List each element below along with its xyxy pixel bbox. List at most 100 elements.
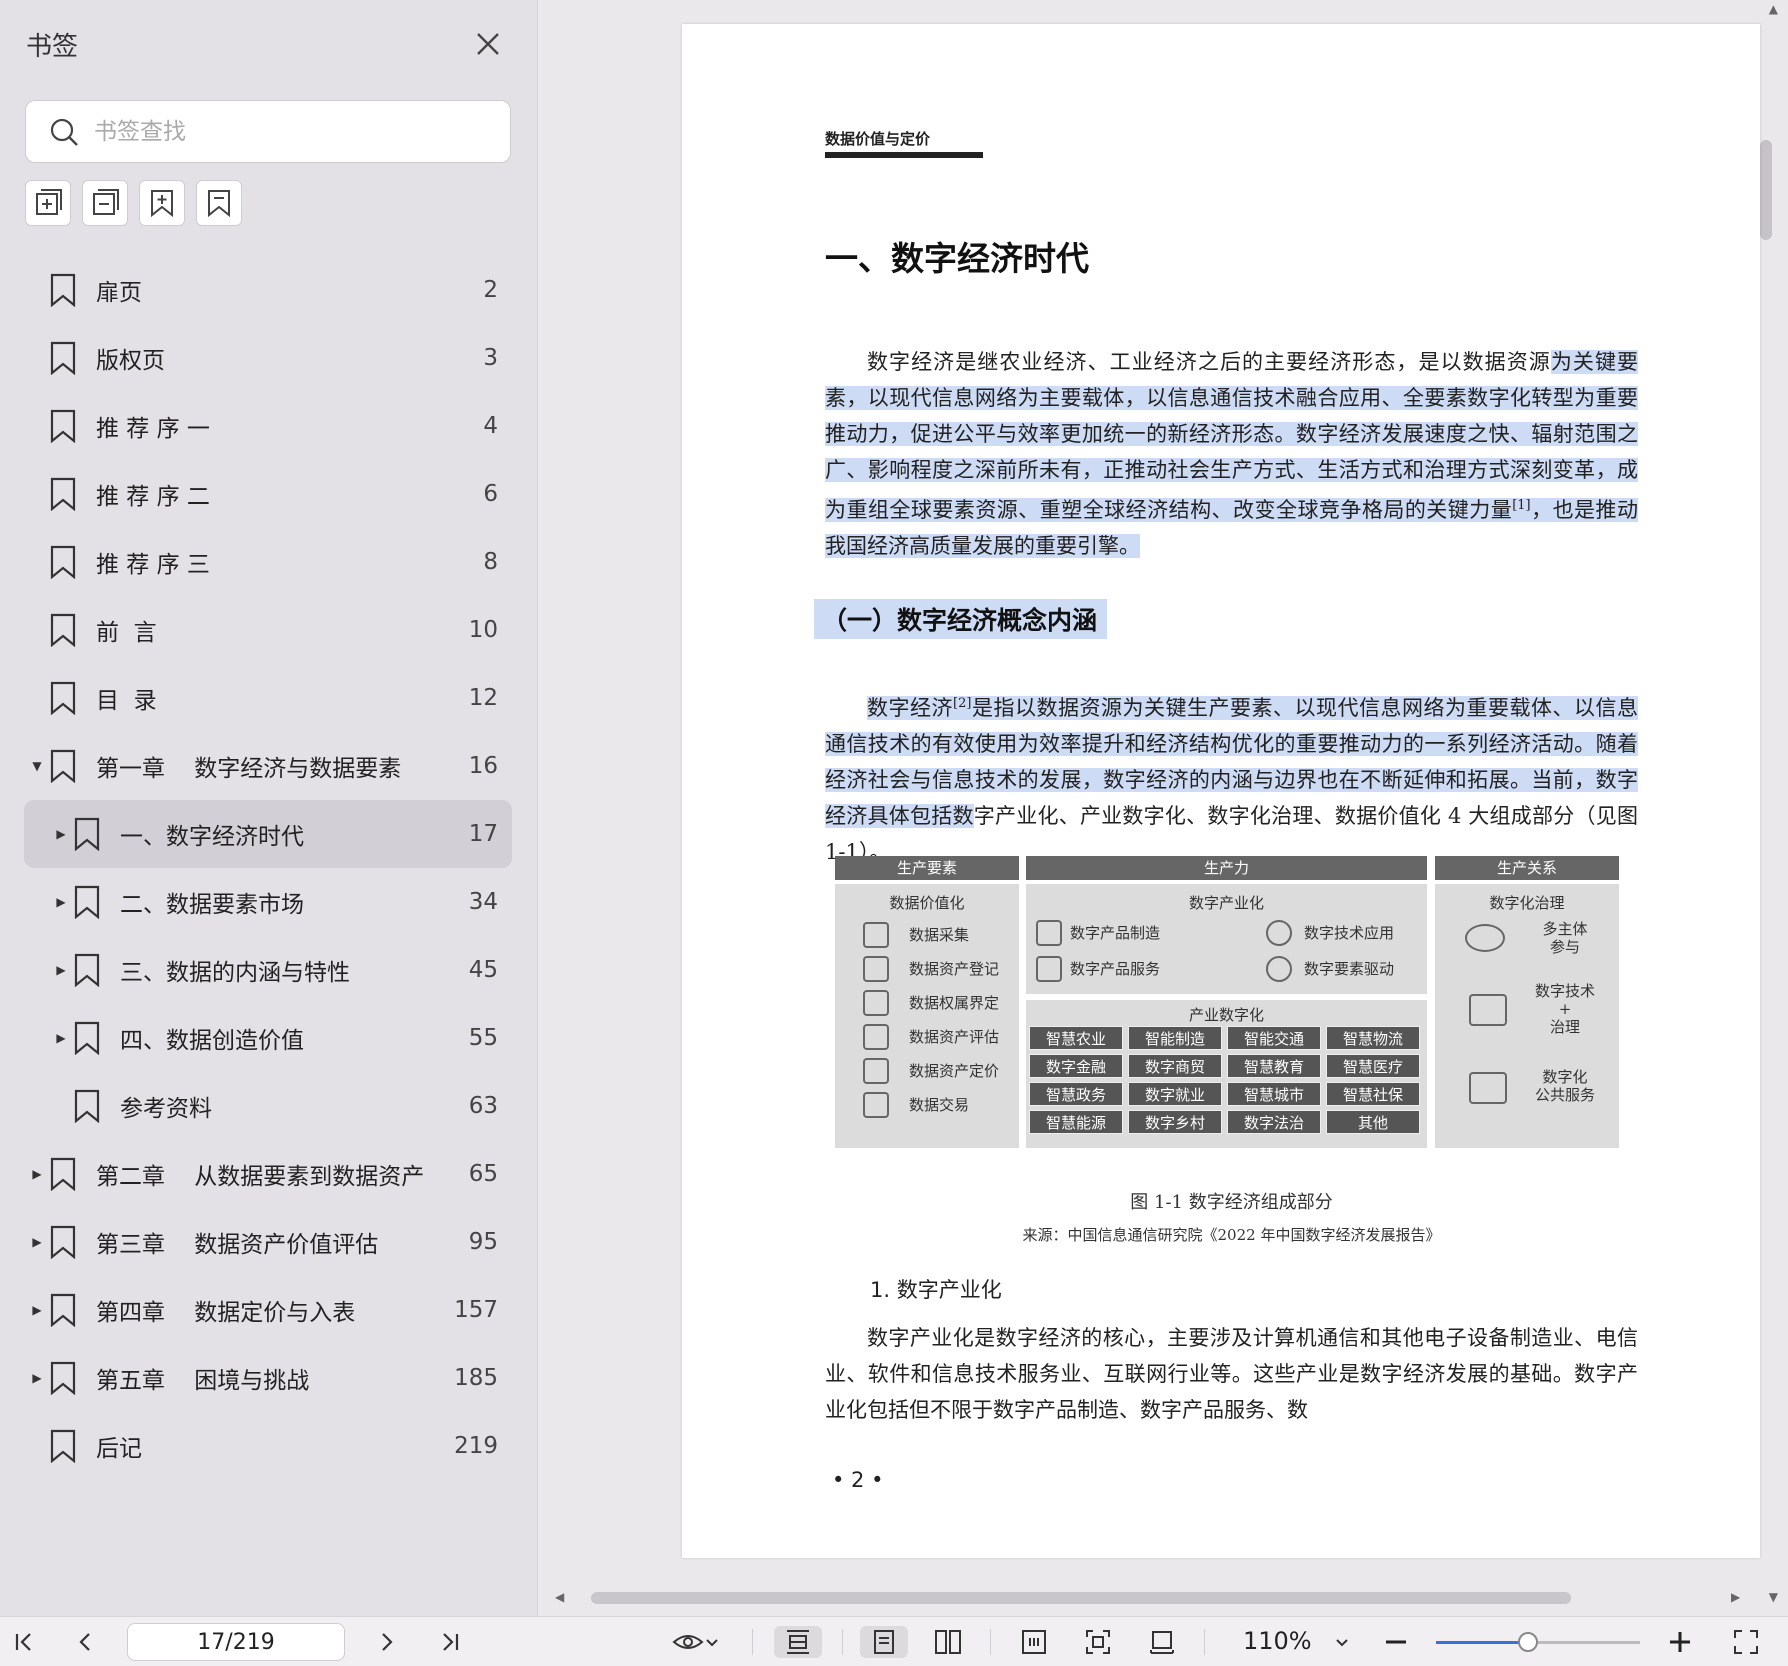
paragraph-1-selection: 为关键要素，以现代信息网络为主要载体，以信息通信技术融合应用、全要素数字化转型为… — [825, 350, 1639, 558]
chevron-left-icon — [79, 1633, 90, 1651]
prev-page-button[interactable] — [70, 1626, 102, 1658]
figure-col1-item: 数据交易 — [909, 1096, 970, 1114]
collapse-all-button[interactable] — [82, 180, 128, 226]
figure-col3-title: 数字化治理 — [1489, 894, 1565, 912]
numbered-heading: 1. 数字产业化 — [870, 1278, 1002, 1302]
chevron-right-icon — [382, 1633, 393, 1651]
fit-page-button[interactable] — [1010, 1626, 1058, 1658]
bookmark-item[interactable]: 后记 219 — [0, 1412, 538, 1480]
expand-all-button[interactable] — [25, 180, 71, 226]
home-icon — [1036, 956, 1062, 982]
zoom-dropdown[interactable] — [1328, 1626, 1356, 1658]
rotate-button[interactable] — [1138, 1626, 1186, 1658]
zoom-slider[interactable] — [1436, 1641, 1640, 1644]
bookmark-search-box[interactable] — [25, 100, 511, 163]
bookmark-item[interactable]: ▶ 第二章 从数据要素到数据资产 65 — [0, 1140, 538, 1208]
scroll-down-arrow[interactable]: ▼ — [1769, 1590, 1778, 1604]
two-page-icon — [935, 1630, 961, 1654]
bookmark-page-number: 34 — [468, 889, 498, 915]
zoom-slider-thumb[interactable] — [1517, 1632, 1538, 1652]
bookmark-icon — [49, 273, 77, 308]
bookmark-label: 第一章 数字经济与数据要素 — [96, 756, 402, 782]
bookmark-item[interactable]: ▶ 二、数据要素市场 34 — [0, 868, 538, 936]
expand-arrow-icon[interactable]: ▶ — [54, 1031, 68, 1045]
figure-col2-head: 生产力 — [1026, 856, 1427, 880]
bookmark-item[interactable]: ▶ 第五章 困境与挑战 185 — [0, 1344, 538, 1412]
bookmark-item[interactable]: ▶ 第三章 数据资产价值评估 95 — [0, 1208, 538, 1276]
collapse-arrow-icon[interactable]: ▼ — [30, 759, 44, 773]
people-icon — [1465, 924, 1505, 952]
bookmark-search-input[interactable] — [94, 118, 474, 145]
bookmark-item[interactable]: 版权页 3 — [0, 324, 538, 392]
eye-icon — [672, 1635, 704, 1649]
two-page-button[interactable] — [924, 1626, 972, 1658]
bookmark-page-number: 17 — [468, 821, 498, 847]
next-page-button[interactable] — [370, 1626, 402, 1658]
zoom-in-button[interactable] — [1664, 1626, 1696, 1658]
horizontal-scrollbar[interactable] — [591, 1592, 1571, 1604]
bookmark-item[interactable]: 推 荐 序 一 4 — [0, 392, 538, 460]
expand-arrow-icon[interactable]: ▶ — [54, 827, 68, 841]
zoom-level[interactable]: 110% — [1243, 1627, 1312, 1655]
bookmark-label: 第四章 数据定价与入表 — [96, 1300, 356, 1326]
bookmark-item[interactable]: 参考资料 63 — [0, 1072, 538, 1140]
figure-col2-title: 数字产业化 — [1188, 894, 1264, 912]
bookmark-button[interactable] — [196, 180, 242, 226]
bookmark-label: 后记 — [96, 1436, 142, 1462]
bookmark-item[interactable]: ▶ 一、数字经济时代 17 — [24, 800, 512, 868]
figure-caption: 图 1-1 数字经济组成部分 — [1130, 1192, 1333, 1213]
view-mode-dropdown[interactable] — [666, 1626, 726, 1658]
close-icon[interactable] — [472, 28, 504, 60]
expand-arrow-icon[interactable]: ▶ — [30, 1371, 44, 1385]
bookmark-page-number: 157 — [454, 1297, 498, 1323]
last-page-button[interactable] — [434, 1626, 466, 1658]
add-bookmark-button[interactable] — [139, 180, 185, 226]
figure-grid-cell: 数字乡村 — [1128, 1110, 1222, 1134]
document-viewport[interactable]: ▲ ▼ 数据价值与定价 一、数字经济时代 数字经济是继农业经济、工业经济之后的主… — [539, 0, 1788, 1616]
scroll-right-arrow[interactable]: ▶ — [1731, 1590, 1740, 1604]
single-page-icon — [874, 1630, 894, 1654]
fullscreen-frame-icon — [1086, 1630, 1110, 1654]
first-page-button[interactable] — [8, 1626, 40, 1658]
figure-col3-item: 数字技术 + 治理 — [1534, 982, 1595, 1036]
expand-arrow-icon[interactable]: ▶ — [54, 895, 68, 909]
expand-arrow-icon[interactable]: ▶ — [54, 963, 68, 977]
fullscreen-button[interactable] — [1728, 1626, 1764, 1658]
zoom-out-button[interactable] — [1380, 1626, 1412, 1658]
expand-arrow-icon[interactable]: ▶ — [30, 1303, 44, 1317]
figure-grid-cell: 智慧能源 — [1029, 1110, 1123, 1134]
scroll-left-arrow[interactable]: ◀ — [555, 1590, 564, 1604]
bookmark-item[interactable]: 扉页 2 — [0, 256, 538, 324]
document-page: 数据价值与定价 一、数字经济时代 数字经济是继农业经济、工业经济之后的主要经济形… — [682, 24, 1760, 1558]
expand-arrow-icon[interactable]: ▶ — [30, 1167, 44, 1181]
toolbar-separator — [1204, 1629, 1205, 1655]
bookmark-item[interactable]: ▶ 第四章 数据定价与入表 157 — [0, 1276, 538, 1344]
single-page-button[interactable] — [860, 1626, 908, 1658]
bookmark-page-number: 55 — [468, 1025, 498, 1051]
bookmark-item[interactable]: 目 录 12 — [0, 664, 538, 732]
reference-1[interactable]: [1] — [1512, 498, 1530, 513]
bookmark-item[interactable]: ▼ 第一章 数字经济与数据要素 16 — [0, 732, 538, 800]
bookmark-item[interactable]: 推 荐 序 三 8 — [0, 528, 538, 596]
bookmark-page-number: 95 — [468, 1229, 498, 1255]
bookmark-item[interactable]: 前 言 10 — [0, 596, 538, 664]
expand-arrow-icon[interactable]: ▶ — [30, 1235, 44, 1249]
bookmark-icon — [49, 1429, 77, 1464]
reference-2[interactable]: [2] — [953, 696, 971, 711]
fit-width-button[interactable] — [774, 1626, 822, 1658]
bookmark-item[interactable]: ▶ 三、数据的内涵与特性 45 — [0, 936, 538, 1004]
page-number-input[interactable] — [127, 1623, 345, 1661]
bookmark-icon — [49, 477, 77, 512]
scroll-up-arrow[interactable]: ▲ — [1769, 2, 1778, 16]
bookmark-item[interactable]: 推 荐 序 二 6 — [0, 460, 538, 528]
figure-col3: 数字化治理 多主体 参与 数字技术 + 治理 数字化 公共服务 — [1435, 884, 1619, 1148]
figure-col1-item: 数据资产评估 — [909, 1028, 1000, 1046]
figure-col2-item: 数字技术应用 — [1304, 924, 1395, 942]
vertical-scrollbar[interactable] — [1760, 140, 1772, 240]
bookmark-label: 二、数据要素市场 — [120, 892, 304, 918]
zoom-slider-fill — [1436, 1641, 1528, 1644]
bookmark-page-number: 219 — [454, 1433, 498, 1459]
bookmark-item[interactable]: ▶ 四、数据创造价值 55 — [0, 1004, 538, 1072]
paragraph-1-selected-text: 为关键要素，以现代信息网络为主要载体，以信息通信技术融合应用、全要素数字化转型为… — [825, 350, 1639, 522]
actual-size-button[interactable] — [1074, 1626, 1122, 1658]
